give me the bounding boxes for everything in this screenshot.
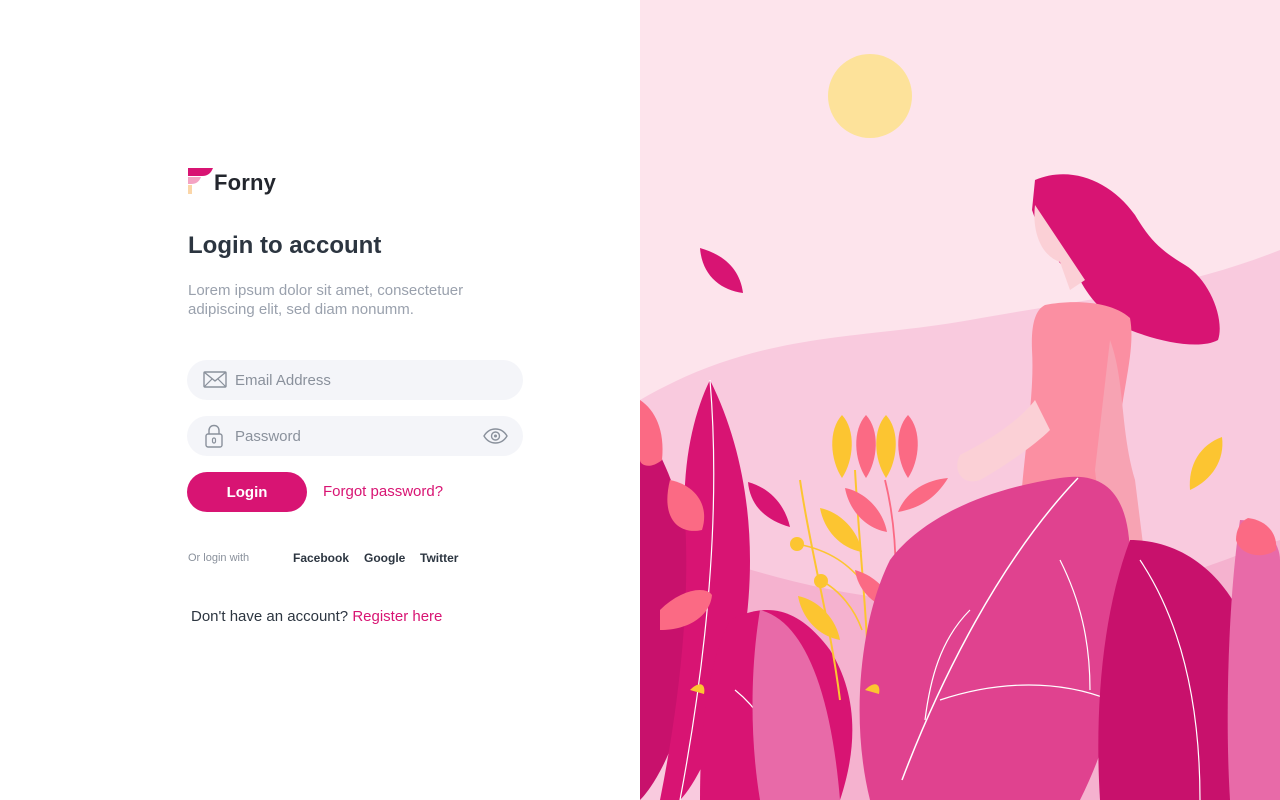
facebook-login-link[interactable]: Facebook: [293, 551, 349, 565]
register-prompt: Don't have an account?: [191, 608, 349, 625]
login-button[interactable]: Login: [187, 472, 307, 512]
envelope-icon: [203, 371, 227, 388]
brand-logo: Forny: [188, 167, 276, 195]
google-login-link[interactable]: Google: [364, 551, 405, 565]
lock-icon: [205, 424, 223, 448]
woman-flowers-illustration: [640, 0, 1280, 800]
email-input[interactable]: [235, 360, 475, 400]
password-field[interactable]: [187, 416, 523, 456]
forny-logo-icon: [188, 168, 213, 194]
email-field[interactable]: [187, 360, 523, 400]
hero-illustration: [640, 0, 1280, 800]
sun-shape: [828, 54, 912, 138]
login-panel: Forny Login to account Lorem ipsum dolor…: [0, 0, 640, 800]
brand-name: Forny: [214, 170, 277, 195]
page-subtitle: Lorem ipsum dolor sit amet, consectetuer…: [188, 282, 464, 318]
page-title: Login to account: [188, 232, 382, 259]
social-login-label: Or login with: [188, 552, 250, 564]
register-link[interactable]: Register here: [352, 608, 442, 625]
register-row: Don't have an account? Register here: [191, 608, 442, 625]
eye-icon[interactable]: [483, 428, 508, 444]
twitter-login-link[interactable]: Twitter: [420, 551, 458, 565]
password-input[interactable]: [235, 416, 475, 456]
forgot-password-link[interactable]: Forgot password?: [323, 483, 443, 500]
